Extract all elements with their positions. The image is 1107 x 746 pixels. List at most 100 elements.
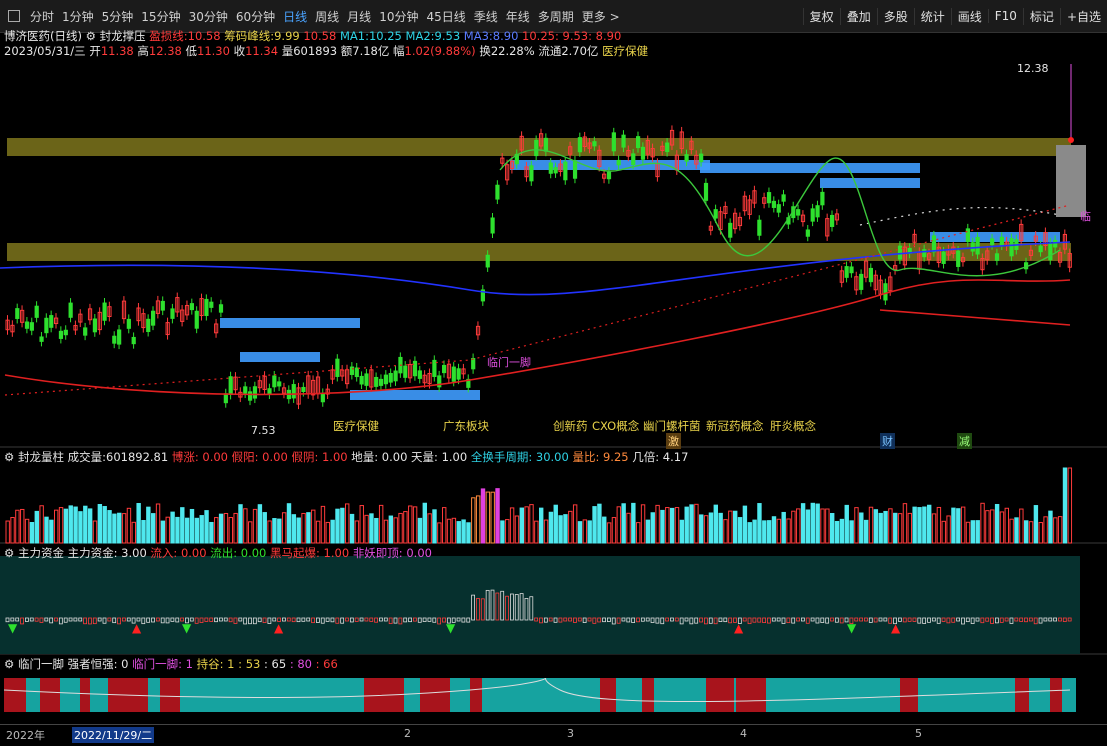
chip-value: 9.99 bbox=[274, 29, 300, 43]
volume-bar bbox=[912, 506, 917, 544]
capital-panel-title[interactable]: 主力资金 bbox=[18, 546, 64, 560]
vol-metric-2: 假阳: 0.00 bbox=[231, 450, 288, 464]
signal-panel-title[interactable]: 临门一脚 bbox=[18, 657, 64, 671]
volume-bar bbox=[602, 516, 607, 544]
signal-v2: : 65 bbox=[264, 657, 287, 671]
candle-body bbox=[291, 384, 296, 399]
volume-bar bbox=[485, 491, 491, 544]
candle-body bbox=[335, 358, 340, 377]
volume-bar bbox=[184, 517, 190, 544]
concept-guangdong[interactable]: 广东板块 bbox=[443, 418, 489, 434]
event-tag-finance[interactable]: 财 bbox=[880, 433, 895, 449]
volume-bar bbox=[451, 517, 457, 544]
candle-body bbox=[796, 209, 801, 216]
capital-top: 非妖即顶: 0.00 bbox=[352, 546, 432, 560]
candle-body bbox=[844, 266, 849, 278]
amount-value: 7.18亿 bbox=[352, 44, 390, 58]
event-tag-incentive[interactable]: 激 bbox=[666, 433, 681, 449]
volume-bar bbox=[859, 512, 864, 544]
volume-bar bbox=[398, 512, 403, 544]
capital-out: 流出: 0.00 bbox=[210, 546, 267, 560]
volume-bar bbox=[54, 509, 59, 544]
volume-bar bbox=[524, 506, 529, 544]
volume-bar bbox=[834, 520, 840, 544]
chip-block bbox=[1056, 145, 1086, 217]
candle-body bbox=[713, 209, 718, 219]
volume-bar bbox=[810, 502, 815, 544]
capital-panel-header: ⚙ 主力资金 主力资金: 3.00 流入: 0.00 流出: 0.00 黑马起爆… bbox=[4, 545, 432, 561]
volume-bar bbox=[1038, 522, 1043, 544]
concept-medical[interactable]: 医疗保健 bbox=[333, 418, 379, 434]
volume-bar bbox=[539, 507, 544, 544]
vol-metric-4: 地量: 0.00 bbox=[351, 450, 408, 464]
volume-bar bbox=[1062, 467, 1068, 544]
volume-bar bbox=[214, 517, 219, 544]
volume-bar bbox=[10, 516, 15, 544]
volume-bar bbox=[660, 509, 665, 544]
panel-settings-icon[interactable]: ⚙ bbox=[4, 546, 14, 560]
volume-bar bbox=[636, 522, 641, 544]
concept-cxo[interactable]: CXO概念 bbox=[592, 418, 639, 434]
signal-block bbox=[600, 678, 616, 712]
volume-bar bbox=[970, 520, 976, 544]
volume-bar bbox=[655, 504, 660, 544]
signal-v1: : 53 bbox=[238, 657, 261, 671]
concept-innovative-drug[interactable]: 创新药 bbox=[553, 418, 588, 434]
candle-body bbox=[243, 386, 248, 394]
volume-bar bbox=[15, 509, 20, 544]
volume-bar bbox=[927, 504, 932, 544]
volume-bar bbox=[490, 491, 495, 544]
vol-metric-1: 博涨: 0.00 bbox=[171, 450, 228, 464]
candle-body bbox=[757, 219, 762, 236]
capital-main: 主力资金: 3.00 bbox=[67, 546, 147, 560]
candle-body bbox=[548, 162, 553, 174]
amount-label: 额 bbox=[340, 44, 353, 58]
signal-block bbox=[736, 678, 766, 712]
volume-bar bbox=[112, 513, 117, 544]
volume-bar bbox=[204, 510, 209, 544]
candle-body bbox=[456, 368, 461, 380]
volume-bar bbox=[849, 520, 854, 544]
concept-hepatitis[interactable]: 肝炎概念 bbox=[770, 418, 816, 434]
indicator-header: 博济医药(日线) ⚙ 封龙撑压 盈损线:10.58 筹码峰线:9.99 10.5… bbox=[4, 29, 622, 43]
indicator-name[interactable]: 封龙撑压 bbox=[100, 29, 146, 43]
buy-triangle-icon: ▲ bbox=[891, 621, 901, 635]
volume-panel-title[interactable]: 封龙量柱 bbox=[18, 450, 64, 464]
volume-bar bbox=[965, 521, 971, 544]
latest-marker bbox=[1068, 137, 1074, 143]
low-price-marker: 7.53 bbox=[251, 424, 276, 437]
candle-body bbox=[728, 222, 733, 238]
volume-bar bbox=[291, 514, 297, 544]
volume-bar bbox=[713, 504, 718, 544]
candle-body bbox=[830, 214, 835, 227]
volume-bar bbox=[238, 504, 243, 544]
volume-bar bbox=[471, 497, 476, 544]
candle-body bbox=[151, 310, 156, 326]
volume-bar bbox=[771, 516, 777, 544]
candle-body bbox=[553, 167, 558, 174]
volume-bar bbox=[893, 512, 898, 544]
candle-body bbox=[209, 301, 214, 308]
volume-bar bbox=[320, 505, 326, 544]
concept-covid-drug[interactable]: 新冠药概念 bbox=[706, 418, 764, 434]
kline-chart-canvas[interactable]: ▼ ▼ ▼ ▼ ▲ ▲ ▲ ▲ bbox=[0, 0, 1107, 745]
volume-bar bbox=[674, 507, 680, 544]
indicator-settings-icon[interactable]: ⚙ bbox=[86, 29, 96, 43]
volume-bar bbox=[723, 519, 728, 544]
panel-settings-icon[interactable]: ⚙ bbox=[4, 450, 14, 464]
volume-bar bbox=[830, 513, 835, 544]
open-label: 开 bbox=[89, 44, 101, 58]
candle-body bbox=[442, 364, 447, 374]
panel-settings-icon[interactable]: ⚙ bbox=[4, 657, 14, 671]
signal-block bbox=[80, 678, 90, 712]
concept-helicobacter[interactable]: 幽门螺杆菌 bbox=[643, 418, 701, 434]
candle-body bbox=[994, 253, 1000, 261]
volume-bar bbox=[568, 510, 573, 544]
event-tag-reduce[interactable]: 减 bbox=[957, 433, 972, 449]
volume-bar bbox=[83, 505, 88, 544]
time-axis: 2022年 2022/11/29/二 2 3 4 5 bbox=[0, 724, 1107, 746]
volume-bar bbox=[650, 512, 655, 544]
candle-body bbox=[577, 137, 582, 153]
volume-bar bbox=[708, 512, 714, 544]
candle-body bbox=[403, 365, 408, 378]
